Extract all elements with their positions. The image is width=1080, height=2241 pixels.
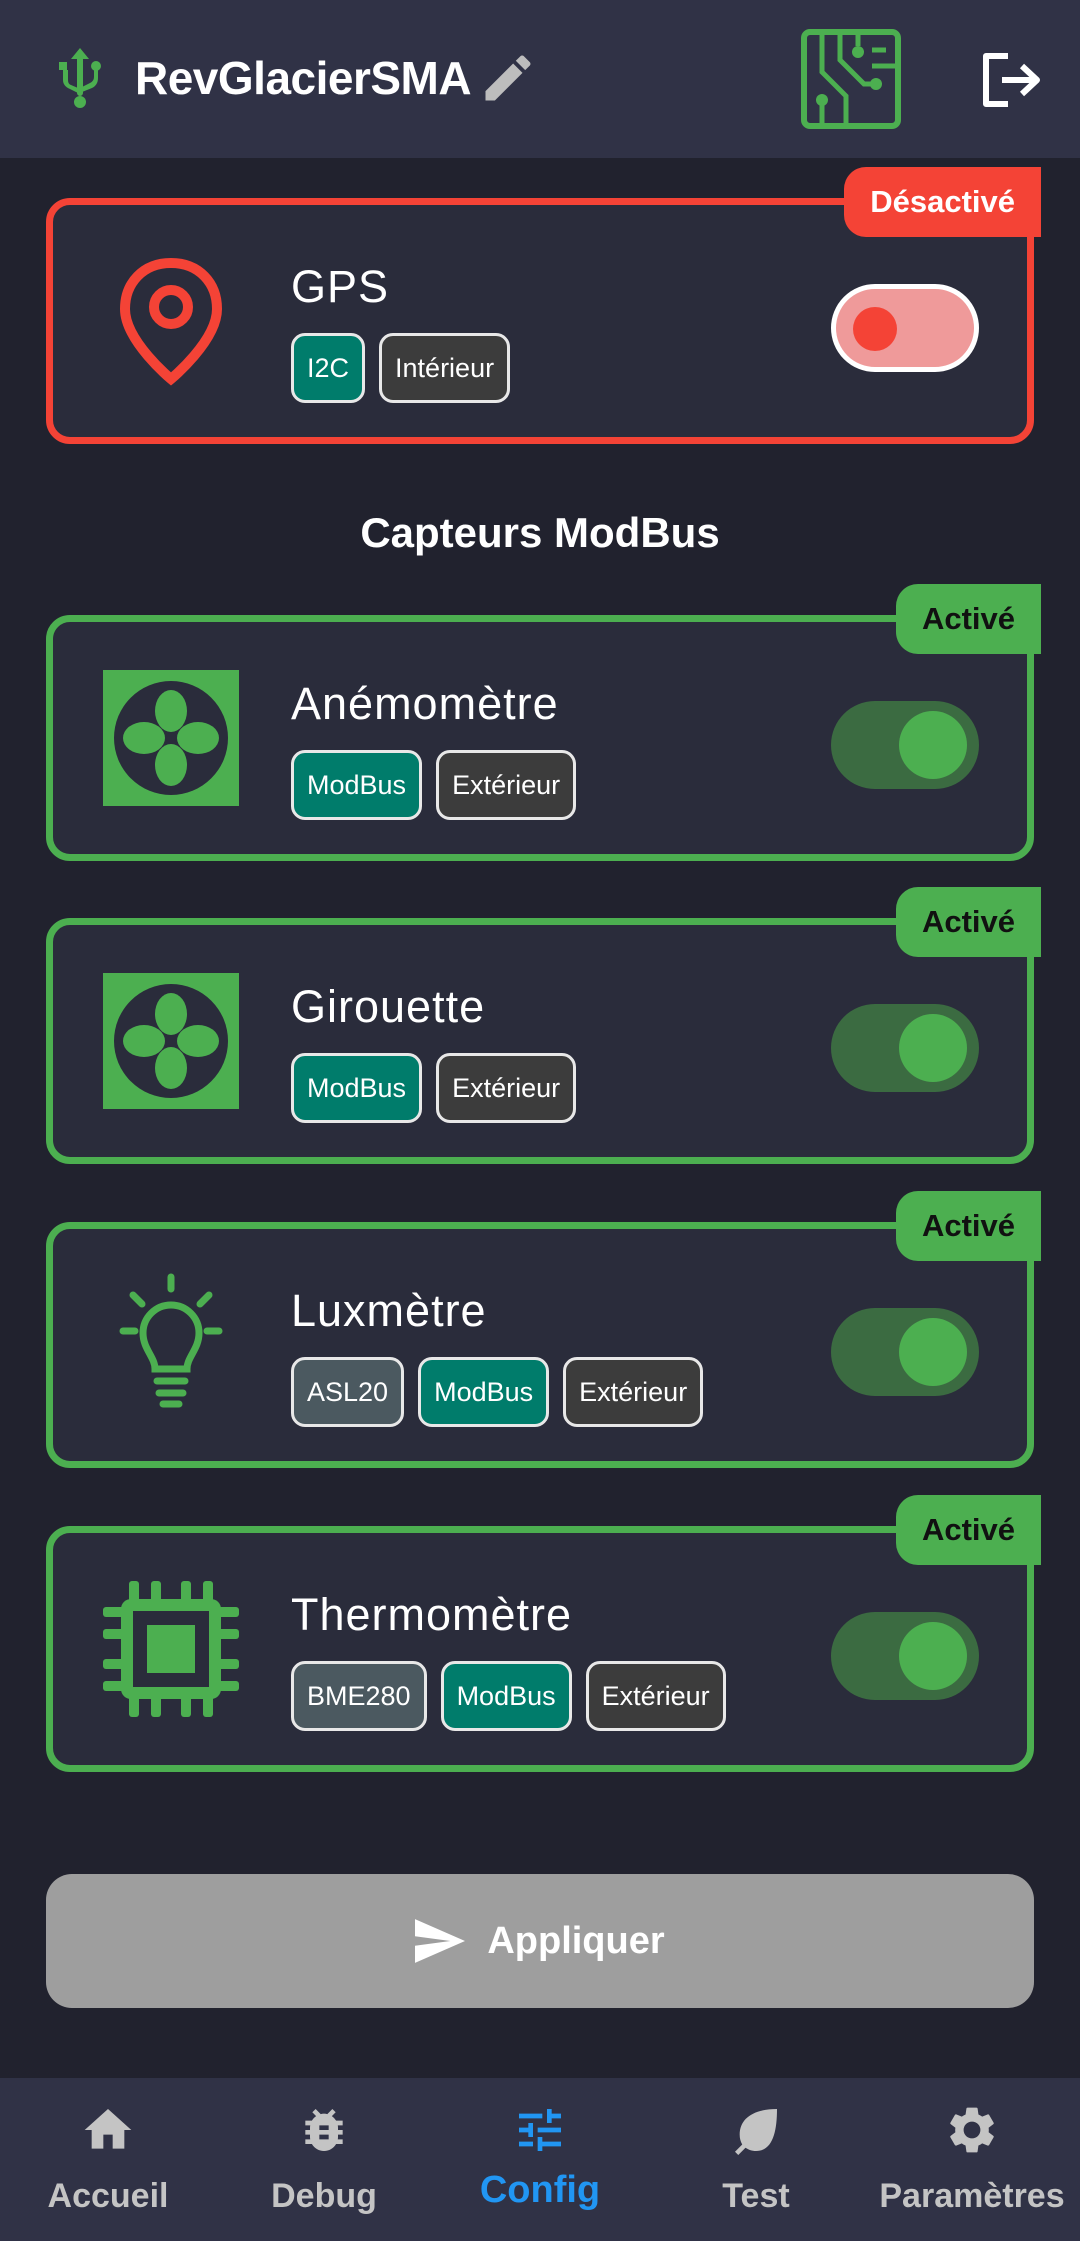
- tag-chip: ModBus: [418, 1357, 550, 1427]
- leaf-icon: [735, 2109, 777, 2155]
- sensor-card-luxmetre: Activé Luxmètre ASL20 ModBus Extérieur: [46, 1191, 1041, 1468]
- sensor-name: Anémomètre: [291, 678, 559, 729]
- status-badge: Activé: [895, 1495, 1041, 1565]
- tag-chip: ModBus: [291, 750, 423, 820]
- status-badge: Activé: [895, 584, 1041, 654]
- status-badge: Activé: [895, 1191, 1041, 1261]
- usb-icon: [59, 48, 101, 108]
- section-title: Capteurs ModBus: [360, 509, 720, 556]
- bottom-navigation: Accueil Debug Config Test Paramètres: [0, 2078, 1080, 2241]
- enable-toggle[interactable]: [831, 281, 979, 375]
- sensor-card-gps: Désactivé GPS I2C Intérieur: [46, 167, 1041, 444]
- tag-chip: ModBus: [440, 1661, 572, 1731]
- tag-chip: I2C: [291, 333, 366, 403]
- home-icon: [84, 2109, 132, 2149]
- app-bar: RevGlacierSMA: [0, 0, 1080, 158]
- nav-item-test[interactable]: Test: [648, 2078, 864, 2241]
- nav-item-accueil[interactable]: Accueil: [0, 2078, 216, 2241]
- nav-label: Test: [722, 2177, 790, 2215]
- tag-list: ModBus Extérieur: [291, 1053, 577, 1123]
- nav-item-parametres[interactable]: Paramètres: [864, 2078, 1080, 2241]
- tag-chip: Intérieur: [379, 333, 511, 403]
- nav-label: Config: [479, 2169, 601, 2211]
- nav-label: Debug: [271, 2177, 377, 2215]
- enable-toggle[interactable]: [831, 698, 979, 792]
- sensor-name: GPS: [291, 261, 390, 312]
- nav-item-debug[interactable]: Debug: [216, 2078, 432, 2241]
- nav-label: Accueil: [47, 2177, 169, 2215]
- tag-chip: Extérieur: [436, 750, 577, 820]
- tag-list: I2C Intérieur: [291, 333, 511, 403]
- apply-button-label: Appliquer: [487, 1919, 665, 1962]
- enable-toggle[interactable]: [831, 1001, 979, 1095]
- tag-chip: ModBus: [291, 1053, 423, 1123]
- tag-chip: BME280: [291, 1661, 427, 1731]
- tag-chip: ASL20: [291, 1357, 405, 1427]
- send-icon: [415, 1919, 466, 1963]
- gear-icon: [950, 2107, 994, 2153]
- tag-chip: Extérieur: [563, 1357, 704, 1427]
- sensor-card-thermometre: Activé Thermomètre BME280 ModBus Extérie…: [46, 1495, 1041, 1772]
- tag-chip: Extérieur: [436, 1053, 577, 1123]
- apply-button[interactable]: Appliquer: [46, 1874, 1034, 2008]
- enable-toggle[interactable]: [831, 1305, 979, 1399]
- fan-icon: [103, 670, 239, 806]
- bug-icon: [305, 2109, 343, 2151]
- tag-chip: Extérieur: [585, 1661, 726, 1731]
- app-title: RevGlacierSMA: [135, 52, 472, 104]
- location-pin-icon: [119, 257, 223, 386]
- nav-item-config[interactable]: Config: [432, 2078, 648, 2241]
- status-badge: Activé: [895, 887, 1041, 957]
- sensor-name: Girouette: [291, 981, 486, 1032]
- logout-icon[interactable]: [980, 52, 1044, 108]
- edit-name-icon[interactable]: [478, 48, 538, 108]
- sensor-card-girouette: Activé Girouette ModBus Extérieur: [46, 887, 1041, 1164]
- enable-toggle[interactable]: [831, 1609, 979, 1703]
- sensor-name: Thermomètre: [291, 1589, 573, 1640]
- nav-label: Paramètres: [879, 2177, 1065, 2215]
- sensor-card-anemometre: Activé Anémomètre ModBus Extérieur: [46, 584, 1041, 861]
- tag-list: BME280 ModBus Extérieur: [291, 1661, 726, 1731]
- lightbulb-icon: [119, 1273, 223, 1408]
- tag-list: ASL20 ModBus Extérieur: [291, 1357, 704, 1427]
- fan-icon: [103, 973, 239, 1109]
- sensor-name: Luxmètre: [291, 1285, 487, 1336]
- chip-icon: [103, 1581, 239, 1717]
- tag-list: ModBus Extérieur: [291, 750, 577, 820]
- circuit-board-icon[interactable]: [800, 28, 902, 130]
- sliders-icon: [519, 2109, 561, 2151]
- status-badge: Désactivé: [844, 167, 1041, 237]
